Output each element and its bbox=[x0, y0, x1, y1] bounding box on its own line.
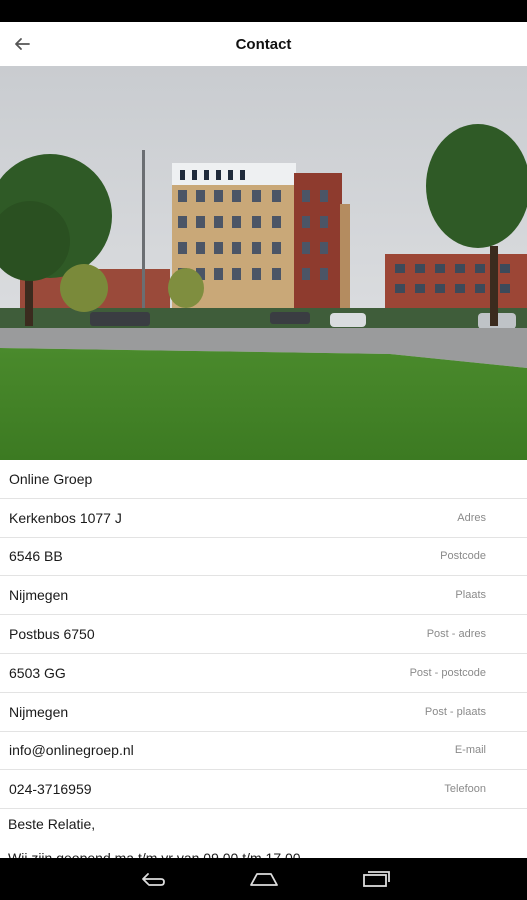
contact-row-address[interactable]: Kerkenbos 1077 J Adres bbox=[0, 499, 527, 538]
system-nav-bar bbox=[0, 858, 527, 900]
contact-label: Postcode bbox=[440, 550, 486, 563]
back-icon bbox=[142, 873, 165, 886]
contact-row-phone[interactable]: 024-3716959 Telefoon bbox=[0, 770, 527, 810]
office-building-photo bbox=[0, 66, 527, 460]
status-bar bbox=[0, 0, 527, 22]
contact-row-po-postcode[interactable]: 6503 GG Post - postcode bbox=[0, 654, 527, 693]
nav-back-button[interactable] bbox=[132, 866, 172, 892]
contact-row-city[interactable]: Nijmegen Plaats bbox=[0, 576, 527, 616]
arrow-left-icon bbox=[15, 38, 30, 50]
contact-label: Post - postcode bbox=[409, 666, 486, 679]
message-greeting: Beste Relatie, bbox=[8, 816, 96, 833]
nav-home-button[interactable] bbox=[244, 866, 284, 892]
contact-label: Plaats bbox=[455, 589, 486, 602]
contact-label: Telefoon bbox=[444, 783, 486, 796]
opening-message: Beste Relatie, Wij zijn geopend ma t/m v… bbox=[0, 809, 527, 858]
contact-row-po-box[interactable]: Postbus 6750 Post - adres bbox=[0, 615, 527, 654]
contact-row-email[interactable]: info@onlinegroep.nl E-mail bbox=[0, 732, 527, 771]
contact-value: 024-3716959 bbox=[9, 781, 92, 798]
contact-value: Postbus 6750 bbox=[9, 626, 95, 643]
contact-value: Nijmegen bbox=[9, 587, 69, 604]
back-button[interactable] bbox=[6, 28, 38, 60]
home-icon bbox=[250, 873, 278, 886]
contact-details: Online Groep Kerkenbos 1077 J Adres 6546… bbox=[0, 460, 527, 858]
contact-label: Post - adres bbox=[426, 628, 486, 641]
contact-row-postcode[interactable]: 6546 BB Postcode bbox=[0, 538, 527, 577]
app-bar: Contact bbox=[0, 22, 527, 66]
page-title: Contact bbox=[235, 35, 292, 53]
recents-icon bbox=[363, 871, 390, 887]
contact-value: Kerkenbos 1077 J bbox=[9, 509, 122, 526]
contact-row-name[interactable]: Online Groep bbox=[0, 460, 527, 499]
contact-value: Online Groep bbox=[9, 470, 93, 487]
contact-value: 6546 BB bbox=[9, 548, 63, 565]
contact-label: Adres bbox=[457, 511, 486, 524]
message-hours: Wij zijn geopend ma t/m vr van 09.00 t/m… bbox=[8, 849, 301, 858]
contact-label: Post - plaats bbox=[424, 705, 486, 718]
nav-recents-button[interactable] bbox=[356, 866, 396, 892]
contact-row-po-city[interactable]: Nijmegen Post - plaats bbox=[0, 693, 527, 732]
contact-value: info@onlinegroep.nl bbox=[9, 742, 134, 759]
contact-value: Nijmegen bbox=[9, 703, 69, 720]
contact-label: E-mail bbox=[454, 744, 486, 757]
contact-value: 6503 GG bbox=[9, 664, 66, 681]
